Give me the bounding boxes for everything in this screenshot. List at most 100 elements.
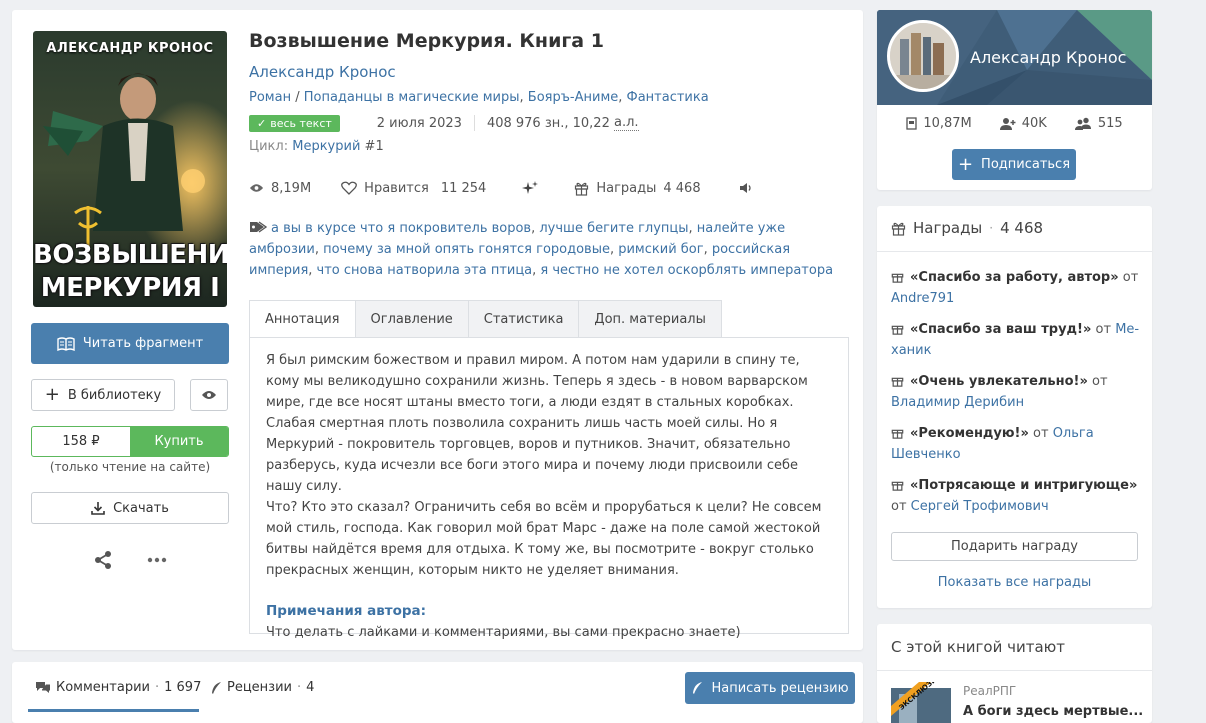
- download-button[interactable]: Скачать: [31, 492, 229, 524]
- book-meta-row: ✓ весь текст 2 июля 2023 408 976 зн., 10…: [249, 113, 639, 133]
- genre-link[interactable]: Бояръ-Аниме: [528, 90, 618, 105]
- genre-link[interactable]: Роман: [249, 90, 291, 105]
- heart-icon: [341, 181, 358, 195]
- tag-link[interactable]: римский бог: [618, 242, 703, 257]
- award-name: «Спасибо за работу, автор»: [910, 270, 1119, 285]
- author-name[interactable]: Александр Кронос: [970, 48, 1126, 67]
- cover-author-text: АЛЕКСАНДР КРОНОС: [46, 41, 214, 56]
- tab-comments[interactable]: Комментарии · 1 697: [35, 680, 201, 695]
- award-from: от: [1033, 426, 1049, 441]
- price-value: 158 ₽: [62, 434, 100, 449]
- more-options-icon[interactable]: [147, 557, 167, 563]
- also-read-book-title[interactable]: А боги здесь мертвые...: [963, 704, 1143, 719]
- genre-separator: ,: [519, 90, 528, 105]
- awards-card: Награды · 4 468 «Спасибо за работу, авто…: [877, 206, 1152, 608]
- award-name: «Рекомендую!»: [910, 426, 1029, 441]
- award-item: «Спасибо за ваш труд!» от Ме­ханик: [891, 319, 1141, 361]
- award-user-link[interactable]: Владимир Дерибин: [891, 395, 1024, 410]
- author-followers-count: 40K: [1021, 116, 1047, 131]
- award-user-link[interactable]: Andre791: [891, 291, 954, 306]
- download-label: Скачать: [113, 500, 169, 516]
- share-icon[interactable]: [93, 550, 113, 570]
- tag-link[interactable]: что снова натворила эта птица: [317, 263, 533, 278]
- tab-annotation[interactable]: Аннотация: [249, 300, 356, 338]
- book-cover[interactable]: АЛЕКСАНДР КРОНОС ВОЗВЫШЕНИЕ МЕРКУРИЯ I: [33, 31, 227, 307]
- comments-panel: Комментарии · 1 697 Рецензии · 4 Написат…: [12, 662, 863, 723]
- annotation-panel: Я был римским божеством и правил миром. …: [249, 337, 849, 640]
- author-notes-title: Примечания автора:: [266, 603, 427, 619]
- author-reads-stat: 10,87M: [906, 116, 972, 131]
- tag-link[interactable]: лучше бегите глупцы: [539, 221, 688, 236]
- awards-stat[interactable]: Награды 4 468: [574, 181, 701, 196]
- read-fragment-button[interactable]: Читать фрагмент: [31, 323, 229, 364]
- buy-button[interactable]: Купить: [130, 427, 228, 456]
- tag-list: а вы в курсе что я покровитель воров, лу…: [249, 221, 834, 278]
- publish-date: 2 июля 2023: [376, 115, 462, 131]
- author-card: Александр Кронос 10,87M 40K 515 + Подпис…: [877, 10, 1152, 190]
- write-review-button[interactable]: Написать рецензию: [685, 672, 855, 704]
- author-avatar[interactable]: [887, 20, 959, 92]
- gift-icon: [891, 426, 904, 439]
- likes-label: Нравится: [364, 180, 429, 196]
- show-all-awards-link[interactable]: Показать все награды: [877, 575, 1152, 590]
- awards-title: Награды: [913, 219, 983, 237]
- subscribe-label: Подписаться: [981, 157, 1071, 172]
- quill-icon: [691, 681, 703, 695]
- quill-icon: [210, 681, 222, 695]
- gift-icon: [574, 181, 589, 196]
- tab-reviews[interactable]: Рецензии · 4: [210, 680, 314, 695]
- reviews-count: 4: [306, 680, 315, 695]
- book-size-unit: а.л.: [614, 115, 639, 131]
- watch-button[interactable]: [190, 379, 228, 411]
- add-to-library-button[interactable]: + В библиотеку: [31, 379, 175, 411]
- book-icon: [906, 117, 917, 130]
- book-author-link[interactable]: Александр Кронос: [249, 63, 396, 81]
- gift-icon: [891, 478, 904, 491]
- cycle-link[interactable]: Меркурий: [292, 139, 360, 154]
- tag-link[interactable]: а вы в курсе что я покровитель воров: [271, 221, 531, 236]
- award-from: от: [1092, 374, 1108, 389]
- share-row: [31, 548, 229, 572]
- download-icon: [91, 501, 105, 515]
- also-read-genre: РеалРПГ: [963, 684, 1017, 698]
- genre-link[interactable]: Фантастика: [627, 90, 709, 105]
- reviews-label: Рецензии: [227, 680, 292, 695]
- award-item: «Спасибо за работу, автор» от Andre791: [891, 267, 1141, 309]
- awards-header: Награды · 4 468: [891, 219, 1043, 237]
- eye-icon: [249, 183, 264, 193]
- book-tabs: Аннотация Оглавление Статистика Доп. мат…: [249, 300, 722, 338]
- author-stats: 10,87M 40K 515: [877, 116, 1152, 131]
- audio-icon[interactable]: [739, 182, 753, 194]
- genre-separator: /: [291, 90, 304, 105]
- award-from: от: [1095, 322, 1112, 337]
- plus-icon: +: [957, 153, 974, 175]
- also-read-cover[interactable]: ЭКСКЛЮЗИВ: [891, 682, 951, 723]
- tab-extra-materials[interactable]: Доп. материалы: [579, 300, 722, 338]
- award-user-link[interactable]: Сергей Трофимович: [911, 499, 1049, 514]
- subscribe-button[interactable]: + Подписаться: [952, 149, 1076, 180]
- author-friends-count: 515: [1097, 116, 1123, 131]
- also-read-title: С этой книгой читают: [891, 638, 1066, 656]
- book-size: 408 976 зн., 10,22: [486, 115, 610, 131]
- gift-icon: [891, 374, 904, 387]
- genre-link[interactable]: Попаданцы в магические миры: [304, 90, 520, 105]
- author-followers-stat: 40K: [999, 116, 1047, 131]
- award-name: «Очень увлекательно!»: [910, 374, 1088, 389]
- tag-link[interactable]: я честно не хотел оскорблять императора: [540, 263, 833, 278]
- comments-icon: [35, 681, 51, 694]
- award-name: «Спасибо за ваш труд!»: [910, 322, 1092, 337]
- gift-award-button[interactable]: Подарить награду: [891, 532, 1138, 561]
- cover-title-line1: ВОЗВЫШЕНИЕ: [33, 240, 227, 270]
- cover-title-line2: МЕРКУРИЯ I: [40, 273, 220, 303]
- gift-icon: [891, 221, 906, 236]
- book-panel: АЛЕКСАНДР КРОНОС ВОЗВЫШЕНИЕ МЕРКУРИЯ I Ч…: [12, 10, 863, 650]
- award-item: «Потрясающе и интригующе» от Сергей Троф…: [891, 475, 1141, 517]
- like-button[interactable]: Нравится 11 254: [341, 181, 486, 196]
- book-stats-row: 8,19M Нравится 11 254 Награды 4 468: [249, 178, 753, 198]
- tab-contents[interactable]: Оглавление: [355, 300, 469, 338]
- tag-link[interactable]: почему за мной опять гонятся городовые: [323, 242, 610, 257]
- purchase-box: 158 ₽ Купить: [31, 426, 229, 457]
- annotation-paragraph: Что? Кто это сказал? Ограничить себя во …: [266, 500, 822, 578]
- tab-statistics[interactable]: Статистика: [468, 300, 580, 338]
- sparkles-icon[interactable]: [522, 180, 539, 196]
